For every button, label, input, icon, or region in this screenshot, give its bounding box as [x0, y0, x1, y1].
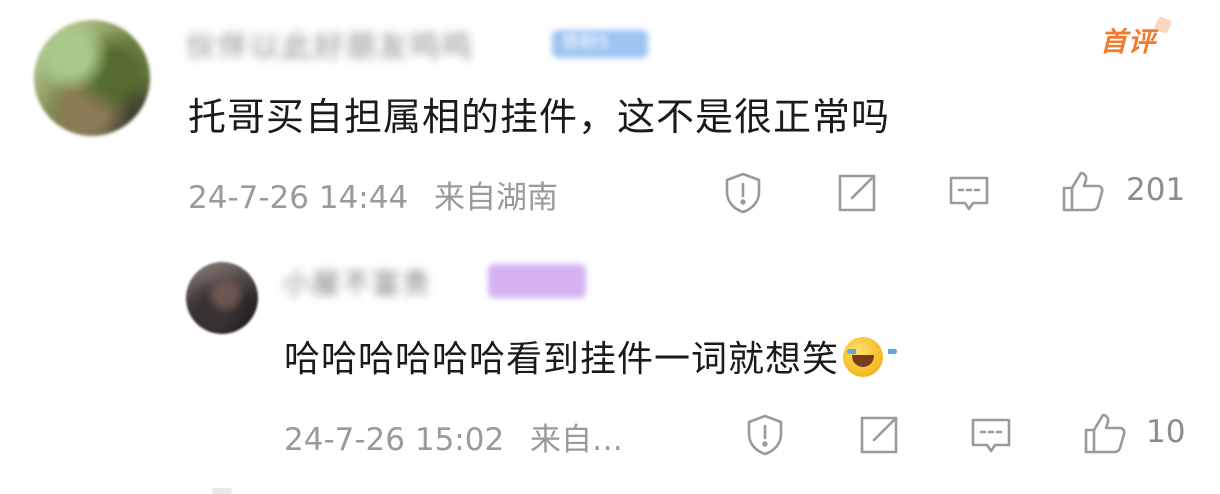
avatar[interactable] — [34, 20, 150, 136]
first-comment-badge: 首评 — [1100, 20, 1156, 59]
username[interactable]: 小屋不富贵 — [282, 262, 432, 302]
comment-meta: 24-7-26 15:02 来自… — [284, 414, 623, 459]
share-icon[interactable] — [856, 412, 902, 458]
comment-location: 来自湖南 — [434, 180, 559, 216]
report-icon[interactable] — [720, 170, 766, 216]
like-count: 10 — [1146, 414, 1186, 450]
username[interactable]: 伙伴以此好朋友鸣鸣 — [186, 22, 474, 66]
comment-meta: 24-7-26 14:44 来自湖南 — [188, 172, 558, 217]
report-icon[interactable] — [742, 412, 788, 458]
divider — [212, 488, 232, 494]
comment-thread: 伙伴以此好朋友鸣鸣 铁粉5 首评 托哥买自担属相的挂件，这不是很正常吗 24-7… — [0, 0, 1220, 494]
comment-timestamp: 24-7-26 15:02 — [284, 422, 505, 458]
share-icon[interactable] — [834, 170, 880, 216]
fan-badge[interactable]: 铁粉5 — [552, 30, 648, 58]
comment-text-body: 哈哈哈哈哈哈看到挂件一词就想笑 — [284, 339, 840, 380]
reply-icon[interactable] — [946, 170, 992, 216]
comment-location: 来自… — [530, 422, 624, 458]
like-icon[interactable] — [1082, 410, 1128, 456]
avatar[interactable] — [186, 262, 258, 334]
like-count: 201 — [1126, 172, 1186, 208]
fan-badge[interactable] — [488, 264, 586, 298]
laughing-crying-emoji — [843, 337, 898, 377]
comment-timestamp: 24-7-26 14:44 — [188, 180, 409, 216]
like-icon[interactable] — [1060, 168, 1106, 214]
reply-icon[interactable] — [968, 412, 1014, 458]
comment-text[interactable]: 哈哈哈哈哈哈看到挂件一词就想笑 — [284, 330, 898, 382]
comment-text[interactable]: 托哥买自担属相的挂件，这不是很正常吗 — [188, 86, 890, 141]
